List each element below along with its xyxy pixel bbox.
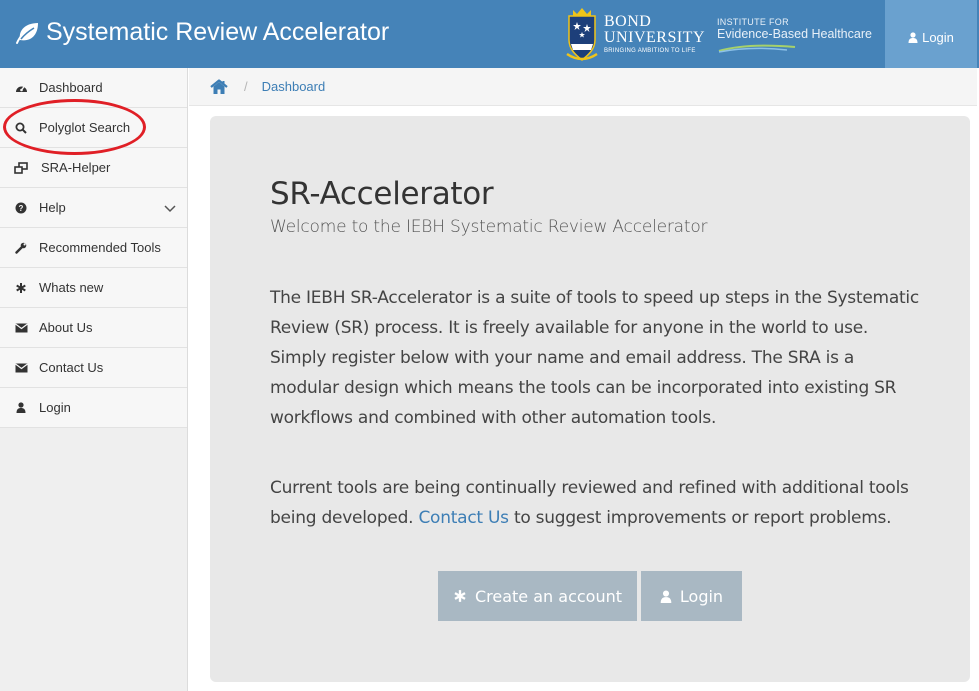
page-title: SR-Accelerator [270, 176, 494, 212]
header-login-button[interactable]: Login [885, 0, 977, 68]
bond-tagline: BRINGING AMBITION TO LIFE [604, 48, 696, 54]
chevron-down-icon[interactable] [163, 201, 177, 215]
iebh-line2: Evidence-Based Healthcare [717, 27, 872, 41]
sidebar: Dashboard Polyglot Search SRA-Helper ? H… [0, 68, 188, 691]
sidebar-item-polyglot-search[interactable]: Polyglot Search [0, 108, 187, 148]
windows-icon [14, 161, 28, 175]
envelope-icon [14, 321, 28, 335]
user-icon [908, 31, 918, 43]
breadcrumb-separator: / [244, 79, 248, 94]
asterisk-icon [14, 281, 28, 295]
create-account-button[interactable]: Create an account [438, 571, 637, 621]
sidebar-item-whats-new[interactable]: Whats new [0, 268, 187, 308]
sidebar-item-label: About Us [39, 320, 93, 335]
login-button[interactable]: Login [641, 571, 742, 621]
sidebar-item-label: Dashboard [39, 80, 103, 95]
sidebar-item-label: Contact Us [39, 360, 104, 375]
asterisk-icon [454, 590, 466, 602]
login-label: Login [679, 586, 724, 606]
sidebar-item-about-us[interactable]: About Us [0, 308, 187, 348]
sidebar-item-recommended-tools[interactable]: Recommended Tools [0, 228, 187, 268]
sidebar-item-label: Help [39, 200, 66, 215]
iebh-line1: INSTITUTE FOR [717, 17, 789, 27]
bond-name-line1: BOND [604, 13, 652, 30]
swoosh-icon [718, 44, 796, 53]
tools-paragraph-text-end: to suggest improvements or report proble… [508, 508, 892, 528]
dashboard-icon [14, 81, 28, 95]
search-icon [14, 121, 28, 135]
sidebar-item-sra-helper[interactable]: SRA-Helper [0, 148, 187, 188]
leaf-icon [16, 22, 38, 44]
header-login-label: Login [922, 29, 954, 45]
iebh-logo: INSTITUTE FOR Evidence-Based Healthcare [717, 18, 872, 53]
brand-title: Systematic Review Accelerator [46, 18, 390, 46]
intro-paragraph: The IEBH SR-Accelerator is a suite of to… [270, 288, 919, 428]
welcome-panel: SR-Accelerator Welcome to the IEBH Syste… [210, 116, 970, 682]
svg-text:?: ? [19, 204, 24, 213]
user-icon [14, 401, 28, 415]
sidebar-item-help[interactable]: ? Help [0, 188, 187, 228]
bond-university-logo: BOND UNIVERSITY BRINGING AMBITION TO LIF… [565, 6, 705, 62]
sidebar-item-label: Login [39, 400, 71, 415]
sidebar-item-label: Polyglot Search [39, 120, 131, 135]
create-account-label: Create an account [474, 586, 623, 606]
top-navbar: Systematic Review Accelerator BOND UNIVE… [0, 0, 979, 68]
sidebar-item-dashboard[interactable]: Dashboard [0, 68, 187, 108]
sidebar-item-label: Whats new [39, 280, 104, 295]
contact-us-link[interactable]: Contact Us [418, 508, 509, 528]
sidebar-item-contact-us[interactable]: Contact Us [0, 348, 187, 388]
brand[interactable]: Systematic Review Accelerator [14, 18, 389, 47]
envelope-icon [14, 361, 28, 375]
breadcrumb: / Dashboard [189, 68, 977, 106]
wrench-icon [14, 241, 28, 255]
home-icon[interactable] [210, 78, 228, 95]
tools-paragraph: Current tools are being continually revi… [270, 473, 920, 533]
breadcrumb-dashboard-link[interactable]: Dashboard [262, 79, 326, 94]
user-icon [660, 589, 672, 603]
page-subtitle: Welcome to the IEBH Systematic Review Ac… [270, 217, 708, 237]
bond-name-line2: UNIVERSITY [604, 29, 705, 46]
sidebar-item-label: Recommended Tools [39, 240, 161, 255]
question-circle-icon: ? [14, 201, 28, 215]
sidebar-item-label: SRA-Helper [41, 160, 111, 175]
sidebar-item-login[interactable]: Login [0, 388, 187, 428]
bond-shield-icon [566, 8, 598, 61]
